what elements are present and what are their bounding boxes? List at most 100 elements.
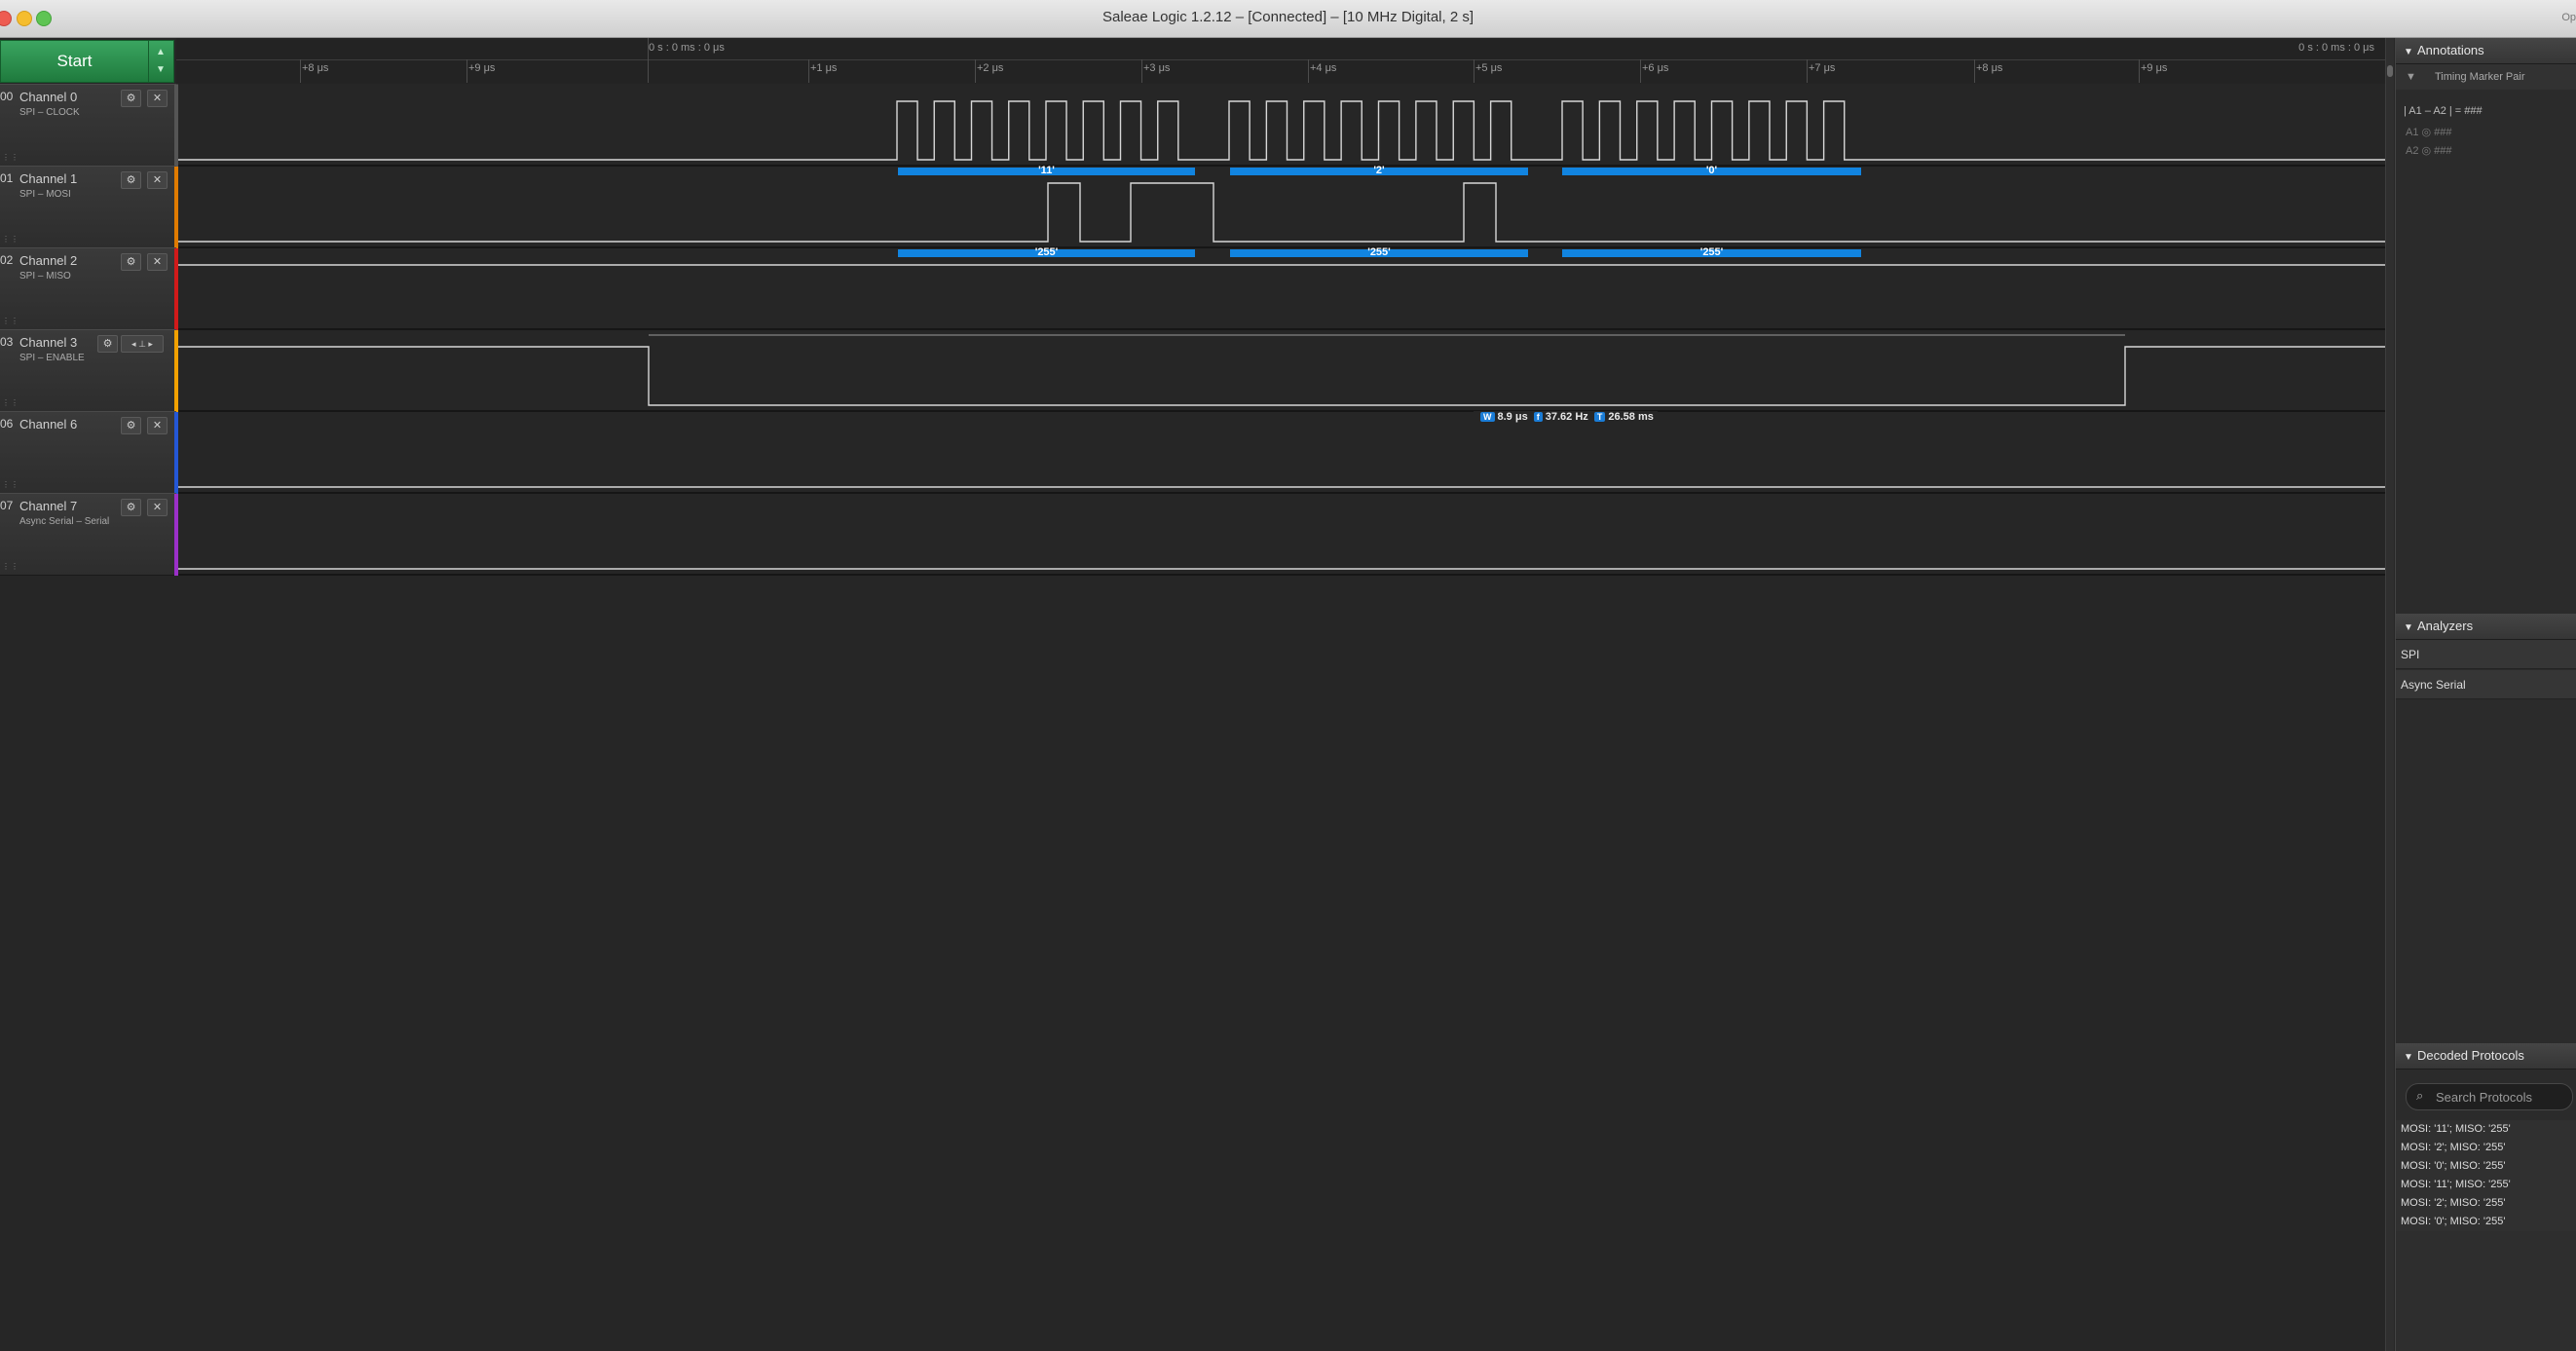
close-icon[interactable]: ✕ xyxy=(147,253,168,271)
channel-analyzer-label: SPI – CLOCK xyxy=(19,107,80,118)
channel-panel: Start ▲ ▼ 00 Channel 0 SPI – CLOCK ⚙ ✕ ⋮⋮ 01 Ch… xyxy=(0,38,178,576)
channel-analyzer-label: SPI – MISO xyxy=(19,271,71,281)
drag-handle-icon[interactable]: ⋮⋮ xyxy=(2,153,19,162)
drag-handle-icon[interactable]: ⋮⋮ xyxy=(2,317,19,325)
gear-icon[interactable]: ⚙ xyxy=(121,253,141,271)
channel-name[interactable]: Channel 1 xyxy=(19,171,77,186)
gear-icon[interactable]: ⚙ xyxy=(121,90,141,107)
decoded-protocols-title: Decoded Protocols xyxy=(2417,1048,2524,1063)
tick-mark xyxy=(300,59,301,83)
drag-handle-icon[interactable]: ⋮⋮ xyxy=(2,480,19,489)
channel-name[interactable]: Channel 2 xyxy=(19,253,77,268)
channel-name[interactable]: Channel 3 xyxy=(19,335,77,350)
title-bar: Saleae Logic 1.2.12 – [Connected] – [10 … xyxy=(0,0,2576,38)
waveform-area[interactable]: '11' '255' '2' '255' '0' '255' W 8.9 μs f 37.62… xyxy=(178,84,2386,576)
channel-row[interactable]: 01 Channel 1 SPI – MOSI ⚙ ✕ ⋮⋮ xyxy=(0,166,178,248)
timing-marker-pair-label: Timing Marker Pair xyxy=(2435,71,2525,83)
channel-name[interactable]: Channel 7 xyxy=(19,499,77,513)
analyzers-title: Analyzers xyxy=(2417,619,2474,633)
close-icon[interactable]: ✕ xyxy=(147,499,168,516)
edge-nav-buttons[interactable]: ◂ ⊥ ▸ xyxy=(121,335,164,353)
channel-number: 00 xyxy=(0,90,14,103)
search-protocols-input[interactable] xyxy=(2434,1087,2569,1107)
chevron-down-icon[interactable]: ▼ xyxy=(156,64,166,75)
marker-a2[interactable]: A2 ◎ ### xyxy=(2406,144,2452,157)
channel-row[interactable]: 02 Channel 2 SPI – MISO ⚙ ✕ ⋮⋮ xyxy=(0,247,178,330)
tick-label: +5 μs xyxy=(1475,62,1503,74)
channel-number: 03 xyxy=(0,335,14,349)
drag-handle-icon[interactable]: ⋮⋮ xyxy=(2,562,19,571)
tick-label: +3 μs xyxy=(1143,62,1171,74)
tick-label: +8 μs xyxy=(302,62,329,74)
tick-mark xyxy=(1308,59,1309,83)
drag-handle-icon[interactable]: ⋮⋮ xyxy=(2,398,19,407)
annotations-title: Annotations xyxy=(2417,43,2484,57)
gear-icon[interactable]: ⚙ xyxy=(121,171,141,189)
drag-handle-icon[interactable]: ⋮⋮ xyxy=(2,235,19,244)
start-options-stepper[interactable]: ▲ ▼ xyxy=(148,40,174,83)
start-button[interactable]: Start xyxy=(0,40,149,83)
channel-name[interactable]: Channel 6 xyxy=(19,417,77,432)
scrollbar-thumb[interactable] xyxy=(2387,65,2393,77)
channel-row[interactable]: 03 Channel 3 SPI – ENABLE ⚙ ◂ ⊥ ▸ ⋮⋮ xyxy=(0,329,178,412)
options-label-fragment[interactable]: Op xyxy=(2561,12,2576,23)
window-title: Saleae Logic 1.2.12 – [Connected] – [10 … xyxy=(1101,9,1475,25)
miso-bubble-label: '255' xyxy=(1367,246,1391,258)
mosi-bubble-label: '11' xyxy=(1038,165,1055,176)
tick-label: +4 μs xyxy=(1310,62,1337,74)
clock-waveform xyxy=(178,100,2386,161)
decoded-protocol-row[interactable]: MOSI: '2'; MISO: '255' xyxy=(2396,1139,2576,1157)
annotations-header[interactable]: ▼ Annotations xyxy=(2396,38,2576,64)
frequency-badge: f xyxy=(1533,412,1543,422)
decoded-protocol-row[interactable]: MOSI: '11'; MISO: '255' xyxy=(2396,1120,2576,1139)
channel-row[interactable]: 06 Channel 6 ⚙ ✕ ⋮⋮ xyxy=(0,411,178,494)
tick-label: +8 μs xyxy=(1976,62,2003,74)
tick-label: +1 μs xyxy=(810,62,838,74)
decoded-protocol-row[interactable]: MOSI: '0'; MISO: '255' xyxy=(2396,1157,2576,1176)
channel-row[interactable]: 07 Channel 7 Async Serial – Serial ⚙ ✕ ⋮⋮ xyxy=(0,493,178,576)
disclosure-triangle-icon[interactable]: ▼ xyxy=(2404,1045,2413,1070)
channel-number: 01 xyxy=(0,171,14,185)
decoded-protocols-header[interactable]: ▼ Decoded Protocols xyxy=(2396,1043,2576,1070)
time-ruler[interactable]: 0 s : 0 ms : 0 μs 0 s : 0 ms : 0 μs +8 μ… xyxy=(176,38,2386,85)
gear-icon[interactable]: ⚙ xyxy=(121,499,141,516)
close-icon[interactable]: ✕ xyxy=(147,171,168,189)
disclosure-triangle-icon[interactable]: ▼ xyxy=(2404,616,2413,641)
close-icon[interactable]: ✕ xyxy=(147,417,168,434)
waveform-canvas[interactable] xyxy=(178,84,2386,576)
timing-marker-row[interactable]: ▼ Timing Marker Pair xyxy=(2396,64,2576,90)
analyzer-item-async-serial[interactable]: Async Serial xyxy=(2396,670,2576,699)
analyzers-header[interactable]: ▼ Analyzers xyxy=(2396,614,2576,640)
tick-label: +6 μs xyxy=(1642,62,1669,74)
enable-waveform xyxy=(178,346,2386,406)
ruler-right-time: 0 s : 0 ms : 0 μs xyxy=(2298,42,2374,54)
pin-icon: ▼ xyxy=(2406,71,2416,83)
channel-row[interactable]: 00 Channel 0 SPI – CLOCK ⚙ ✕ ⋮⋮ xyxy=(0,84,178,167)
vertical-scrollbar[interactable] xyxy=(2385,38,2394,1351)
close-icon[interactable]: ✕ xyxy=(147,90,168,107)
tick-mark xyxy=(1640,59,1641,83)
decoded-protocol-row[interactable]: MOSI: '11'; MISO: '255' xyxy=(2396,1176,2576,1194)
tick-mark xyxy=(1974,59,1975,83)
analyzer-item-spi[interactable]: SPI xyxy=(2396,640,2576,669)
decoded-protocol-row[interactable]: MOSI: '0'; MISO: '255' xyxy=(2396,1213,2576,1231)
search-icon: ⌕ xyxy=(2416,1088,2424,1103)
decoded-protocol-row[interactable]: MOSI: '2'; MISO: '255' xyxy=(2396,1194,2576,1213)
gear-icon[interactable]: ⚙ xyxy=(97,335,118,353)
chevron-up-icon[interactable]: ▲ xyxy=(156,47,166,57)
disclosure-triangle-icon[interactable]: ▼ xyxy=(2404,40,2413,65)
tick-label: +7 μs xyxy=(1809,62,1836,74)
channel-analyzer-label: SPI – ENABLE xyxy=(19,353,85,363)
search-protocols-box[interactable]: ⌕ xyxy=(2406,1083,2573,1110)
frequency-value: 37.62 Hz xyxy=(1545,411,1588,423)
channel-name[interactable]: Channel 0 xyxy=(19,90,77,104)
marker-formula: | A1 – A2 | = ### xyxy=(2404,105,2483,117)
gear-icon[interactable]: ⚙ xyxy=(121,417,141,434)
marker-a1[interactable]: A1 ◎ ### xyxy=(2406,126,2452,138)
channel-number: 07 xyxy=(0,499,14,512)
miso-bubble-label: '255' xyxy=(1699,246,1724,258)
tick-mark xyxy=(975,59,976,83)
tick-mark xyxy=(1141,59,1142,83)
channel-number: 02 xyxy=(0,253,14,267)
tick-label: +9 μs xyxy=(468,62,496,74)
